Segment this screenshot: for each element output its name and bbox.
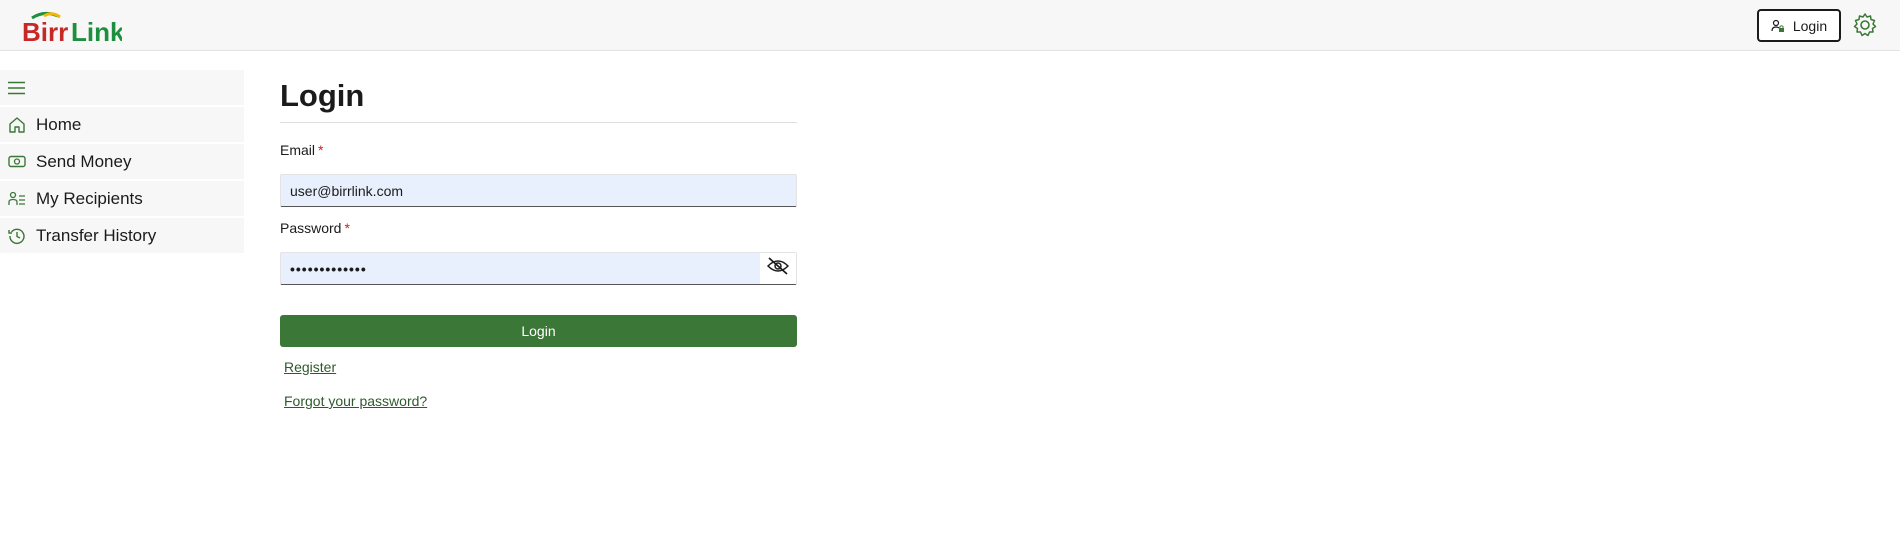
login-form: Login Email* Password* Login Register Fo… — [280, 70, 797, 411]
email-label-text: Email — [280, 142, 316, 158]
money-icon — [7, 152, 26, 171]
top-bar: Birr Link Login — [0, 0, 1900, 51]
svg-text:Birr: Birr — [22, 17, 68, 45]
sidebar-item-label: Send Money — [36, 151, 132, 171]
title-divider — [280, 122, 797, 123]
password-visibility-toggle[interactable] — [760, 253, 796, 284]
sidebar-item-label: My Recipients — [36, 188, 143, 208]
sidebar-item-send-money[interactable]: Send Money — [0, 144, 244, 179]
history-icon — [7, 226, 26, 245]
password-field[interactable] — [281, 253, 761, 284]
password-label-text: Password — [280, 220, 342, 236]
eye-off-icon — [766, 257, 790, 280]
email-field[interactable] — [281, 175, 796, 206]
sidebar-item-home[interactable]: Home — [0, 107, 244, 142]
sidebar-item-my-recipients[interactable]: My Recipients — [0, 181, 244, 216]
sidebar-item-label: Transfer History — [36, 225, 157, 245]
hamburger-menu-icon — [7, 78, 26, 97]
sidebar-menu-toggle[interactable] — [0, 70, 244, 105]
forgot-password-link[interactable]: Forgot your password? — [284, 393, 427, 409]
password-field-wrapper — [280, 252, 797, 285]
sidebar-nav: Home Send Money My Recipients Transfer H… — [0, 70, 244, 255]
password-label: Password * — [280, 218, 797, 238]
header-login-label: Login — [1792, 17, 1828, 34]
lock-person-icon — [1771, 19, 1785, 33]
email-field-wrapper — [280, 174, 797, 207]
register-link[interactable]: Register — [284, 359, 336, 375]
email-label: Email * — [280, 140, 797, 160]
people-icon — [7, 189, 26, 208]
sidebar-item-label: Home — [36, 114, 82, 134]
svg-text:Link: Link — [71, 17, 122, 45]
home-icon — [7, 115, 26, 134]
header-login-button[interactable]: Login — [1757, 9, 1841, 42]
gear-icon[interactable] — [1852, 12, 1878, 38]
required-marker: * — [344, 220, 350, 236]
required-marker: * — [318, 142, 324, 158]
login-submit-button[interactable]: Login — [280, 315, 797, 347]
sidebar-item-transfer-history[interactable]: Transfer History — [0, 218, 244, 253]
birrlink-logo[interactable]: Birr Link — [22, 9, 122, 45]
page-title: Login — [280, 78, 365, 113]
